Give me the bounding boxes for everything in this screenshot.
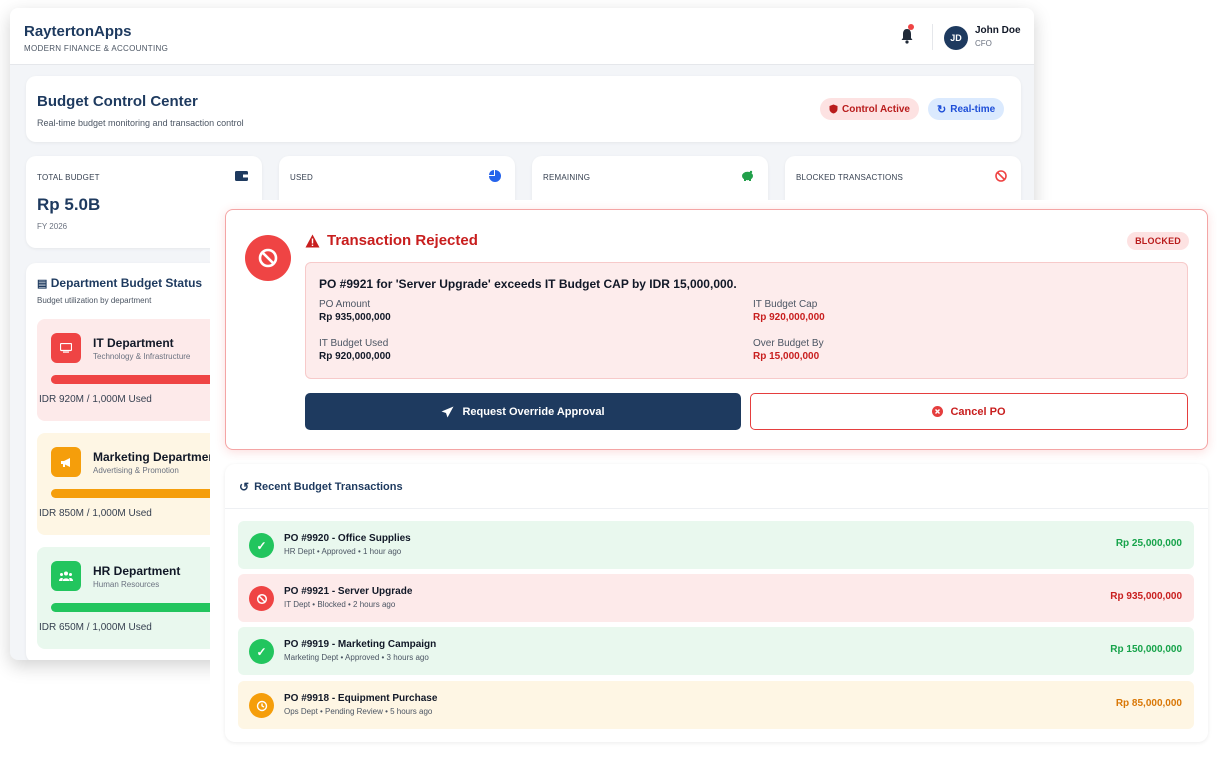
transaction-row[interactable]: PO #9918 - Equipment Purchase Ops Dept •… — [238, 681, 1194, 729]
shield-icon — [829, 104, 838, 114]
avatar[interactable]: JD — [944, 26, 968, 50]
top-bar: RaytertonApps MODERN FINANCE & ACCOUNTIN… — [10, 8, 1034, 65]
budget-used-value: Rp 920,000,000 — [319, 351, 391, 362]
alert-message: PO #9921 for 'Server Upgrade' exceeds IT… — [319, 277, 737, 291]
department-name: HR Department — [93, 564, 181, 578]
transaction-row[interactable]: ✓ PO #9919 - Marketing Campaign Marketin… — [238, 627, 1194, 675]
department-desc: Technology & Infrastructure — [93, 352, 191, 361]
cancel-po-label: Cancel PO — [950, 405, 1006, 418]
department-name: Marketing Department — [93, 450, 220, 464]
budget-used-label: IT Budget Used — [319, 338, 389, 349]
request-override-label: Request Override Approval — [462, 405, 605, 418]
department-desc: Advertising & Promotion — [93, 466, 179, 475]
transaction-title: PO #9921 - Server Upgrade — [284, 586, 413, 597]
budget-cap-label: IT Budget Cap — [753, 299, 818, 310]
transaction-overlay-panel: Transaction Rejected BLOCKED PO #9921 fo… — [210, 200, 1217, 764]
department-usage: IDR 850M / 1,000M Used — [39, 508, 152, 519]
stat-label: REMAINING — [543, 173, 591, 182]
ban-icon — [249, 586, 274, 611]
control-active-label: Control Active — [842, 103, 910, 115]
department-usage: IDR 650M / 1,000M Used — [39, 622, 152, 633]
stat-label: TOTAL BUDGET — [37, 173, 100, 182]
transaction-meta: Ops Dept • Pending Review • 5 hours ago — [284, 707, 433, 716]
wallet-icon — [235, 171, 248, 181]
server-icon — [51, 333, 81, 363]
alert-title-text: Transaction Rejected — [327, 232, 478, 249]
transaction-row[interactable]: ✓ PO #9920 - Office Supplies HR Dept • A… — [238, 521, 1194, 569]
users-icon — [51, 561, 81, 591]
department-desc: Human Resources — [93, 580, 160, 589]
pie-chart-icon — [489, 170, 501, 182]
transaction-amount: Rp 935,000,000 — [1110, 591, 1182, 602]
stat-value: Rp 5.0B — [37, 195, 101, 214]
transaction-title: PO #9918 - Equipment Purchase — [284, 693, 438, 704]
header-divider — [932, 24, 933, 50]
app-tagline: MODERN FINANCE & ACCOUNTING — [24, 44, 169, 53]
page-title: Budget Control Center — [37, 93, 198, 110]
screenshot-stage: RaytertonApps MODERN FINANCE & ACCOUNTIN… — [0, 0, 1217, 764]
transaction-row[interactable]: PO #9921 - Server Upgrade IT Dept • Bloc… — [238, 574, 1194, 622]
budget-cap-field: IT Budget Cap Rp 920,000,000 — [753, 299, 825, 323]
notification-dot — [908, 24, 914, 30]
control-active-badge[interactable]: Control Active — [820, 98, 919, 120]
po-amount-label: PO Amount — [319, 299, 371, 310]
ban-icon — [995, 170, 1007, 182]
user-role: CFO — [975, 39, 992, 48]
megaphone-icon — [51, 447, 81, 477]
check-icon: ✓ — [249, 639, 274, 664]
transaction-amount: Rp 85,000,000 — [1115, 698, 1182, 709]
over-budget-field: Over Budget By Rp 15,000,000 — [753, 338, 824, 362]
sync-icon: ↻ — [937, 103, 947, 116]
building-icon: ▤ — [37, 278, 48, 290]
send-icon — [441, 406, 454, 417]
transaction-title: PO #9920 - Office Supplies — [284, 533, 411, 544]
history-icon: ↺ — [239, 480, 250, 494]
transaction-amount: Rp 150,000,000 — [1110, 644, 1182, 655]
transaction-amount: Rp 25,000,000 — [1115, 538, 1182, 549]
page-subtitle: Real-time budget monitoring and transact… — [37, 118, 244, 128]
stat-label: BLOCKED TRANSACTIONS — [796, 173, 903, 182]
request-override-button[interactable]: Request Override Approval — [305, 393, 741, 430]
recent-transactions-title: ↺ Recent Budget Transactions — [239, 480, 403, 494]
clock-icon — [249, 693, 274, 718]
check-icon: ✓ — [249, 533, 274, 558]
warning-icon — [305, 234, 320, 247]
realtime-badge[interactable]: ↻ Real-time — [928, 98, 1005, 120]
app-name[interactable]: RaytertonApps — [24, 23, 132, 40]
department-usage: IDR 920M / 1,000M Used — [39, 394, 152, 405]
recent-title-text: Recent Budget Transactions — [254, 481, 403, 493]
over-budget-label: Over Budget By — [753, 338, 824, 349]
user-name[interactable]: John Doe — [975, 25, 1021, 36]
department-card-title: ▤ Department Budget Status — [37, 276, 202, 290]
stat-label: USED — [290, 173, 314, 182]
close-circle-icon — [932, 406, 944, 417]
alert-detail-box: PO #9921 for 'Server Upgrade' exceeds IT… — [305, 262, 1188, 379]
transaction-meta: IT Dept • Blocked • 2 hours ago — [284, 600, 396, 609]
transaction-meta: Marketing Dept • Approved • 3 hours ago — [284, 653, 429, 662]
department-card-subtitle: Budget utilization by department — [37, 296, 152, 305]
transaction-rejected-alert: Transaction Rejected BLOCKED PO #9921 fo… — [225, 209, 1208, 450]
blocked-badge: BLOCKED — [1127, 232, 1189, 250]
cancel-po-button[interactable]: Cancel PO — [750, 393, 1188, 430]
budget-control-header: Budget Control Center Real-time budget m… — [26, 76, 1021, 142]
transaction-title: PO #9919 - Marketing Campaign — [284, 639, 437, 650]
department-card-title-text: Department Budget Status — [50, 276, 203, 290]
piggy-bank-icon — [742, 170, 753, 181]
budget-used-field: IT Budget Used Rp 920,000,000 — [319, 338, 391, 362]
budget-cap-value: Rp 920,000,000 — [753, 312, 825, 323]
alert-title: Transaction Rejected — [305, 232, 478, 249]
po-amount-field: PO Amount Rp 935,000,000 — [319, 299, 391, 323]
transaction-meta: HR Dept • Approved • 1 hour ago — [284, 547, 402, 556]
over-budget-value: Rp 15,000,000 — [753, 351, 820, 362]
ban-icon — [245, 235, 291, 281]
stat-note: FY 2026 — [37, 222, 68, 231]
bell-icon[interactable] — [900, 28, 914, 44]
recent-transactions-card: ↺ Recent Budget Transactions ✓ PO #9920 … — [225, 464, 1208, 742]
divider — [225, 508, 1208, 509]
po-amount-value: Rp 935,000,000 — [319, 312, 391, 323]
department-name: IT Department — [93, 336, 174, 350]
realtime-label: Real-time — [950, 103, 996, 115]
